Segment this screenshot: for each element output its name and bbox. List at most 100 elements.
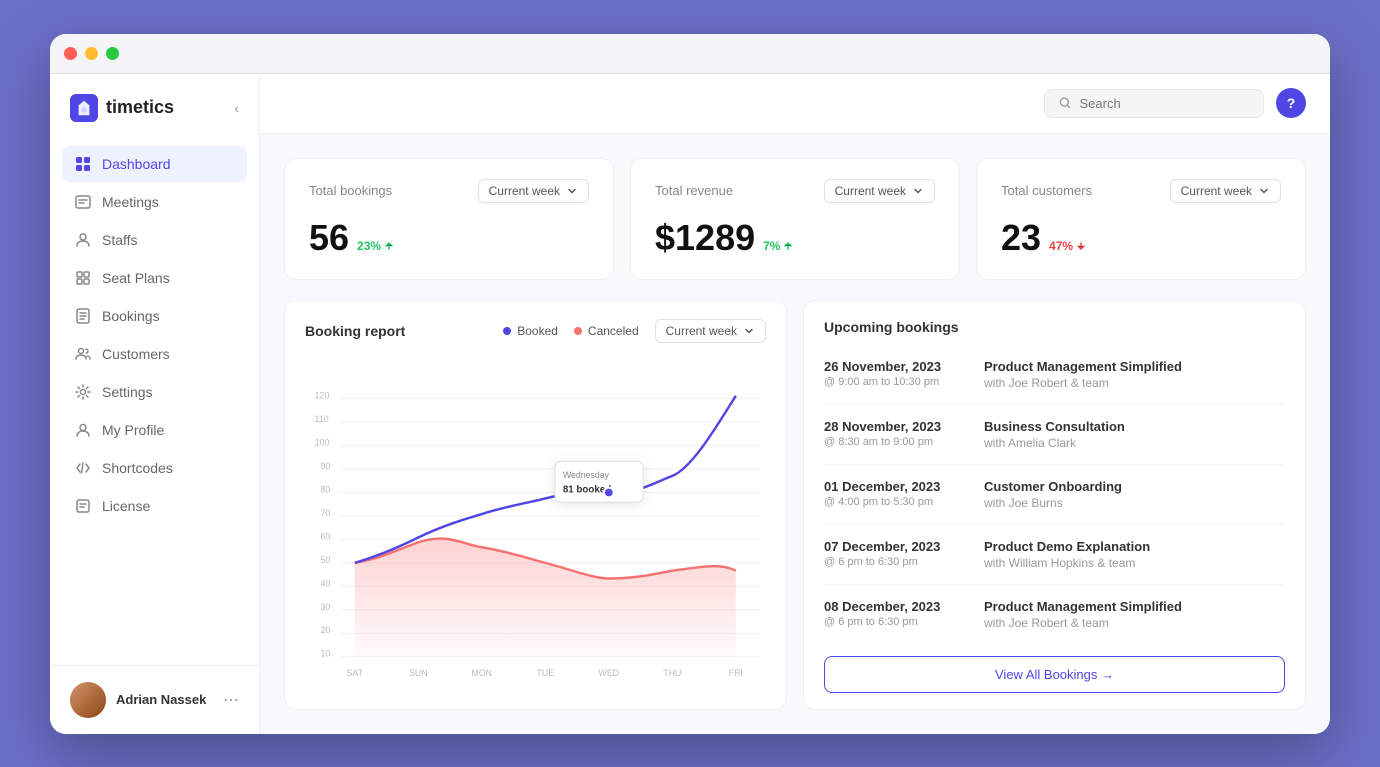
booking-date-time: @ 4:00 pm to 5:30 pm xyxy=(824,496,964,508)
booking-event-sub: with William Hopkins & team xyxy=(984,556,1150,570)
booking-date: 26 November, 2023 @ 9:00 am to 10:30 pm xyxy=(824,359,964,388)
stat-filter-revenue[interactable]: Current week xyxy=(824,179,935,203)
booking-date-time: @ 6 pm to 6:30 pm xyxy=(824,556,964,568)
svg-text:100: 100 xyxy=(315,437,330,447)
stat-badge-revenue: 7% xyxy=(763,239,794,253)
sidebar-item-label: Bookings xyxy=(102,308,160,324)
traffic-lights xyxy=(64,47,119,60)
sidebar-item-my-profile[interactable]: My Profile xyxy=(62,412,247,448)
upcoming-bookings-panel: Upcoming bookings 26 November, 2023 @ 9:… xyxy=(803,300,1306,710)
sidebar-item-label: Shortcodes xyxy=(102,460,173,476)
avatar xyxy=(70,682,106,718)
stat-title: Total revenue xyxy=(655,183,733,198)
chart-filter[interactable]: Current week xyxy=(655,319,766,343)
stat-card-header: Total customers Current week xyxy=(1001,179,1281,203)
titlebar xyxy=(50,34,1330,74)
booking-report-panel: Booking report Booked Canceled xyxy=(284,300,787,710)
stat-card-header: Total bookings Current week xyxy=(309,179,589,203)
canceled-dot xyxy=(574,327,582,335)
svg-text:70: 70 xyxy=(321,507,331,517)
sidebar-collapse-button[interactable]: ‹ xyxy=(234,100,239,116)
sidebar-item-label: Customers xyxy=(102,346,170,362)
sidebar-item-meetings[interactable]: Meetings xyxy=(62,184,247,220)
minimize-button[interactable] xyxy=(85,47,98,60)
close-button[interactable] xyxy=(64,47,77,60)
customers-icon xyxy=(74,345,92,363)
booking-info: Product Management Simplified with Joe R… xyxy=(984,359,1182,390)
stat-badge-bookings: 23% xyxy=(357,239,395,253)
help-button[interactable]: ? xyxy=(1276,88,1306,118)
booking-event-sub: with Amelia Clark xyxy=(984,436,1125,450)
logo-text: timetics xyxy=(106,97,174,118)
booking-item: 08 December, 2023 @ 6 pm to 6:30 pm Prod… xyxy=(824,585,1285,644)
stat-filter-bookings[interactable]: Current week xyxy=(478,179,589,203)
upcoming-title: Upcoming bookings xyxy=(824,319,959,335)
nav-items: Dashboard Meetings xyxy=(50,146,259,665)
svg-text:50: 50 xyxy=(321,554,331,564)
booking-date-main: 08 December, 2023 xyxy=(824,599,964,614)
seat-plans-icon xyxy=(74,269,92,287)
booking-date-main: 26 November, 2023 xyxy=(824,359,964,374)
svg-text:SAT: SAT xyxy=(347,668,364,677)
booking-date-main: 07 December, 2023 xyxy=(824,539,964,554)
sidebar-item-customers[interactable]: Customers xyxy=(62,336,247,372)
stat-filter-customers[interactable]: Current week xyxy=(1170,179,1281,203)
booking-date-main: 01 December, 2023 xyxy=(824,479,964,494)
booking-date: 01 December, 2023 @ 4:00 pm to 5:30 pm xyxy=(824,479,964,508)
svg-text:MON: MON xyxy=(472,668,493,677)
sidebar-item-label: Seat Plans xyxy=(102,270,170,286)
sidebar-item-label: Meetings xyxy=(102,194,159,210)
legend-booked: Booked xyxy=(503,324,558,338)
booking-date-time: @ 9:00 am to 10:30 pm xyxy=(824,376,964,388)
upcoming-panel-header: Upcoming bookings xyxy=(804,301,1305,345)
booking-event-sub: with Joe Robert & team xyxy=(984,376,1182,390)
sidebar-item-label: Settings xyxy=(102,384,153,400)
svg-text:20: 20 xyxy=(321,625,331,635)
view-all-bookings-button[interactable]: View All Bookings → xyxy=(824,656,1285,693)
booking-event-title: Product Management Simplified xyxy=(984,599,1182,614)
sidebar-item-staffs[interactable]: Staffs xyxy=(62,222,247,258)
panel-title: Booking report xyxy=(305,323,405,339)
booking-item: 28 November, 2023 @ 8:30 am to 9:00 pm B… xyxy=(824,405,1285,465)
sidebar-item-dashboard[interactable]: Dashboard xyxy=(62,146,247,182)
panel-header: Booking report Booked Canceled xyxy=(285,301,786,353)
sidebar-item-label: License xyxy=(102,498,150,514)
booking-event-sub: with Joe Burns xyxy=(984,496,1122,510)
stat-value-revenue: $1289 7% xyxy=(655,217,935,259)
my-profile-icon xyxy=(74,421,92,439)
search-input[interactable] xyxy=(1079,96,1249,111)
svg-text:TUE: TUE xyxy=(536,668,554,677)
bottom-panels: Booking report Booked Canceled xyxy=(284,300,1306,710)
sidebar-item-license[interactable]: License xyxy=(62,488,247,524)
booking-date-time: @ 6 pm to 6:30 pm xyxy=(824,616,964,628)
sidebar-item-settings[interactable]: Settings xyxy=(62,374,247,410)
booking-item: 26 November, 2023 @ 9:00 am to 10:30 pm … xyxy=(824,345,1285,405)
staffs-icon xyxy=(74,231,92,249)
booking-info: Business Consultation with Amelia Clark xyxy=(984,419,1125,450)
sidebar-item-seat-plans[interactable]: Seat Plans xyxy=(62,260,247,296)
search-box[interactable] xyxy=(1044,89,1264,118)
user-area: Adrian Nassek ⋯ xyxy=(50,665,259,734)
sidebar-item-bookings[interactable]: Bookings xyxy=(62,298,247,334)
maximize-button[interactable] xyxy=(106,47,119,60)
search-icon xyxy=(1059,96,1071,110)
booking-date: 07 December, 2023 @ 6 pm to 6:30 pm xyxy=(824,539,964,568)
svg-text:60: 60 xyxy=(321,531,331,541)
sidebar: timetics ‹ Dashboard xyxy=(50,74,260,734)
stat-title: Total bookings xyxy=(309,183,392,198)
booking-date: 08 December, 2023 @ 6 pm to 6:30 pm xyxy=(824,599,964,628)
legend-canceled: Canceled xyxy=(574,324,639,338)
booking-info: Customer Onboarding with Joe Burns xyxy=(984,479,1122,510)
user-menu-button[interactable]: ⋯ xyxy=(223,690,239,710)
stat-badge-customers: 47% xyxy=(1049,239,1087,253)
user-name: Adrian Nassek xyxy=(116,692,213,707)
stat-value-customers: 23 47% xyxy=(1001,217,1281,259)
sidebar-item-label: Staffs xyxy=(102,232,138,248)
booking-date-main: 28 November, 2023 xyxy=(824,419,964,434)
sidebar-item-shortcodes[interactable]: Shortcodes xyxy=(62,450,247,486)
bookings-icon xyxy=(74,307,92,325)
booking-event-title: Business Consultation xyxy=(984,419,1125,434)
shortcodes-icon xyxy=(74,459,92,477)
booking-event-title: Customer Onboarding xyxy=(984,479,1122,494)
svg-text:10: 10 xyxy=(321,648,331,658)
